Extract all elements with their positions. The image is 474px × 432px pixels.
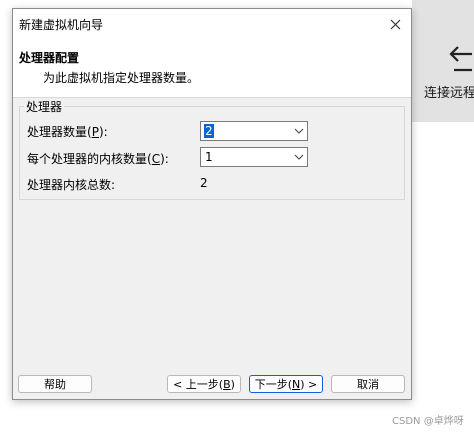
cancel-button[interactable]: 取消	[331, 375, 405, 393]
cores-per-processor-select[interactable]: 1	[200, 147, 308, 167]
page-title: 处理器配置	[19, 51, 80, 65]
group-title: 处理器	[24, 98, 65, 115]
close-button[interactable]	[383, 12, 407, 36]
close-icon	[390, 19, 400, 29]
wizard-header: 处理器配置 为此虚拟机指定处理器数量。	[13, 39, 411, 98]
help-button[interactable]: 帮助	[18, 375, 92, 393]
page-subtitle: 为此虚拟机指定处理器数量。	[43, 71, 200, 85]
chevron-down-icon	[294, 154, 304, 160]
total-cores-label: 处理器内核总数:	[27, 178, 116, 192]
cores-per-processor-value: 1	[205, 150, 213, 164]
title-bar: 新建虚拟机向导	[13, 9, 411, 39]
processor-count-select[interactable]: 2	[200, 121, 308, 141]
arrow-left-icon	[449, 46, 472, 72]
new-vm-wizard-dialog: 新建虚拟机向导 处理器配置 为此虚拟机指定处理器数量。 处理器 处理器数量(P)…	[12, 8, 412, 400]
chevron-down-icon	[294, 128, 304, 134]
cores-per-processor-label: 每个处理器的内核数量(C):	[27, 152, 169, 166]
remote-connect-label: 连接远程	[424, 86, 474, 101]
watermark: CSDN @卓烨呀	[392, 416, 464, 427]
processor-count-value: 2	[204, 124, 214, 138]
next-button[interactable]: 下一步(N) >	[249, 375, 323, 393]
total-cores-value: 2	[200, 176, 208, 190]
back-button[interactable]: < 上一步(B)	[167, 375, 241, 393]
dialog-title: 新建虚拟机向导	[19, 18, 104, 32]
processor-group: 处理器 处理器数量(P): 2 每个处理器的内核数量(C): 1 处理器内核总数…	[19, 98, 405, 200]
processor-count-label: 处理器数量(P):	[27, 125, 108, 139]
